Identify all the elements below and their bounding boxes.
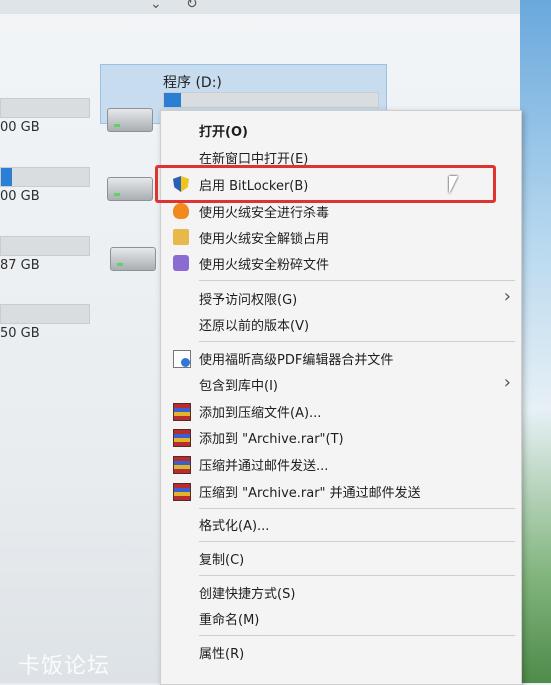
menu-item-label: 使用福昕高级PDF编辑器合并文件 [199,353,394,368]
menu-item-grant-access[interactable]: 授予访问权限(G) › [161,285,521,311]
menu-item-label: 压缩并通过邮件发送... [199,459,329,474]
menu-separator [199,341,515,342]
drive-usage-fill [1,168,12,186]
menu-item-label: 使用火绒安全解锁占用 [199,232,330,247]
menu-item-format[interactable]: 格式化(A)... [161,511,521,537]
hard-drive-icon [107,177,153,201]
drive-usage-bar [163,92,379,108]
menu-item-label: 复制(C) [199,553,245,568]
menu-item-label: 授予访问权限(G) [199,293,298,308]
winrar-icon [173,403,191,421]
menu-item-add-archive[interactable]: 添加到压缩文件(A)... [161,398,521,424]
explorer-toolbar: ⌄ ↻ [0,0,520,14]
menu-item-label: 添加到 "Archive.rar"(T) [199,432,344,447]
menu-separator [199,541,515,542]
huorong-scan-icon [173,203,189,219]
menu-item-label: 还原以前的版本(V) [199,319,310,334]
menu-item-label: 格式化(A)... [199,519,270,534]
drive-usage-bar [0,167,90,187]
chevron-down-icon[interactable]: ⌄ [150,0,162,12]
menu-separator [199,508,515,509]
drive-usage-bar [0,98,90,118]
hard-drive-icon [110,247,156,271]
hard-drive-icon [107,108,153,132]
drive-size-text: 00 GB [0,120,40,135]
bitlocker-highlight-box [155,165,496,203]
menu-item-compress-rar-email[interactable]: 压缩到 "Archive.rar" 并通过邮件发送 [161,478,521,504]
menu-item-label: 添加到压缩文件(A)... [199,406,322,421]
drive-usage-bar [0,236,90,256]
winrar-icon [173,483,191,501]
menu-item-open[interactable]: 打开(O) [161,117,521,143]
menu-item-add-archive-rar[interactable]: 添加到 "Archive.rar"(T) [161,424,521,450]
menu-item-restore-previous[interactable]: 还原以前的版本(V) [161,311,521,337]
menu-item-properties[interactable]: 属性(R) [161,639,521,665]
menu-item-include-library[interactable]: 包含到库中(I) › [161,371,521,397]
menu-item-huorong-unlock[interactable]: 使用火绒安全解锁占用 [161,224,521,250]
menu-item-copy[interactable]: 复制(C) [161,545,521,571]
submenu-arrow-icon: › [503,372,511,393]
mouse-cursor-icon [449,176,467,194]
menu-separator [199,280,515,281]
drive-usage-bar [0,304,90,324]
watermark: 卡饭论坛 [18,654,111,679]
winrar-icon [173,429,191,447]
refresh-icon[interactable]: ↻ [186,0,198,12]
menu-item-label: 使用火绒安全粉碎文件 [199,258,330,273]
menu-item-compress-email[interactable]: 压缩并通过邮件发送... [161,451,521,477]
drive-name: 程序 (D:) [163,75,222,91]
drive-size-text: 50 GB [0,326,40,341]
menu-item-label: 打开(O) [199,125,248,140]
menu-separator [199,575,515,576]
desktop-background [520,0,551,683]
menu-item-rename[interactable]: 重命名(M) [161,605,521,631]
drive-size-text: 00 GB [0,189,40,204]
menu-separator [199,635,515,636]
menu-item-label: 属性(R) [199,647,245,662]
menu-item-create-shortcut[interactable]: 创建快捷方式(S) [161,579,521,605]
menu-item-huorong-shred[interactable]: 使用火绒安全粉碎文件 [161,250,521,276]
submenu-arrow-icon: › [503,286,511,307]
huorong-shred-icon [173,255,189,271]
foxit-pdf-icon [173,350,191,368]
menu-item-label: 压缩到 "Archive.rar" 并通过邮件发送 [199,486,421,501]
menu-item-foxit-merge[interactable]: 使用福昕高级PDF编辑器合并文件 [161,345,521,371]
drive-size-text: 87 GB [0,258,40,273]
menu-item-label: 创建快捷方式(S) [199,587,296,602]
menu-item-label: 包含到库中(I) [199,379,278,394]
menu-item-label: 使用火绒安全进行杀毒 [199,206,330,221]
drive-usage-fill [164,93,182,107]
winrar-icon [173,456,191,474]
menu-item-label: 重命名(M) [199,613,260,628]
huorong-unlock-icon [173,229,189,245]
